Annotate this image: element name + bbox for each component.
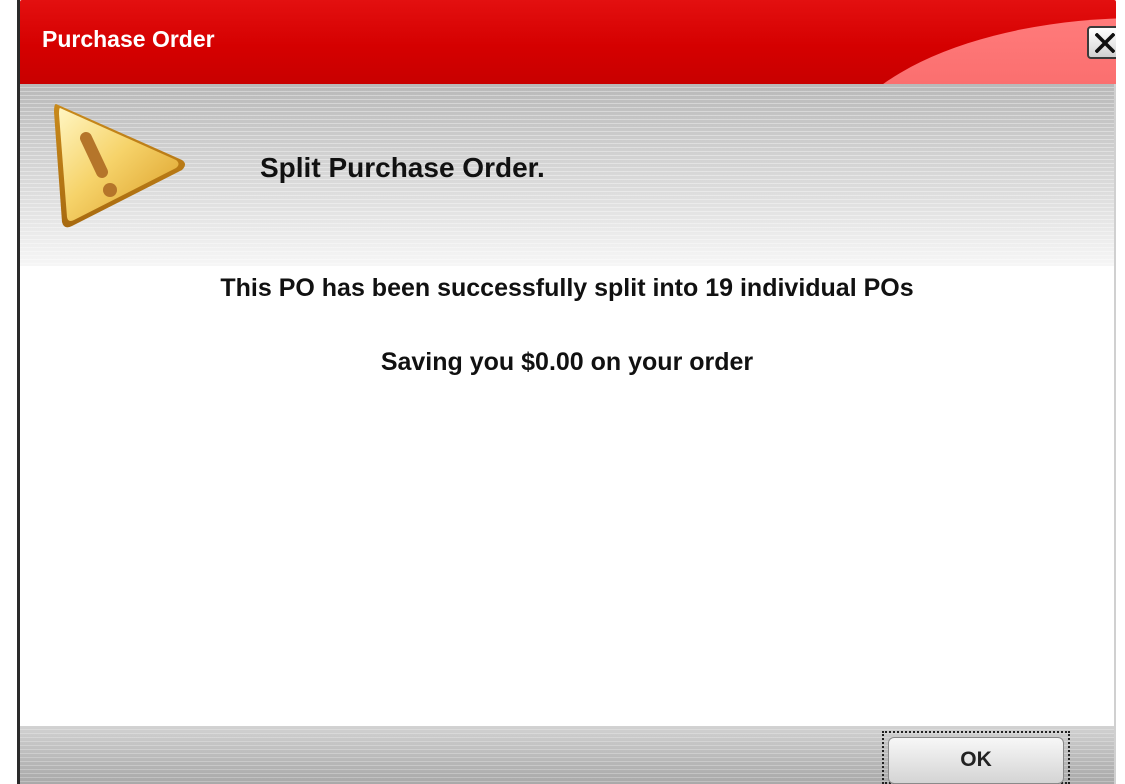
purchase-order-dialog: Purchase Order Split Purchase Order. Thi… <box>0 0 1125 784</box>
close-button[interactable] <box>1087 26 1116 59</box>
ok-button[interactable]: OK <box>888 737 1064 784</box>
header-band: Split Purchase Order. <box>20 84 1114 266</box>
dialog-body: This PO has been successfully split into… <box>20 266 1114 726</box>
dialog-footer: OK <box>20 726 1114 784</box>
title-bar[interactable]: Purchase Order <box>20 0 1116 84</box>
window-title: Purchase Order <box>42 26 215 52</box>
title-bar-swoosh <box>830 18 1116 84</box>
window-right-border <box>1114 84 1116 784</box>
close-x-icon <box>1095 33 1115 53</box>
dialog-heading: Split Purchase Order. <box>260 152 545 183</box>
savings-message: Saving you $0.00 on your order <box>380 348 754 376</box>
split-result-message: This PO has been successfully split into… <box>220 274 914 302</box>
warning-triangle-icon <box>54 104 185 228</box>
